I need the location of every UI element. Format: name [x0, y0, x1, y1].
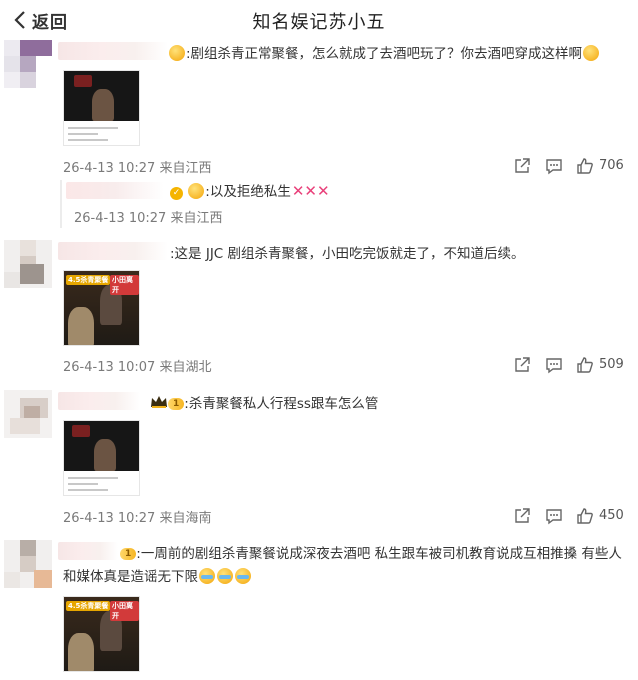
reply-date: 26-4-13 10:27 — [74, 211, 167, 226]
like-count: 706 — [599, 158, 624, 173]
level-badge: 1 — [120, 548, 137, 560]
comment-location: 来自江西 — [159, 161, 212, 176]
like-icon[interactable] — [576, 157, 594, 175]
comment-location: 来自海南 — [159, 511, 212, 526]
share-icon[interactable] — [513, 507, 531, 525]
comment-text-row: :剧组杀青正常聚餐，怎么就成了去酒吧玩了？你去酒吧穿成这样啊 — [168, 43, 600, 65]
comment-image[interactable]: 4.5杀青聚餐 小田离开 — [63, 270, 140, 346]
comment-meta: 26-4-13 10:27 来自江西 — [63, 157, 212, 176]
comment-image[interactable] — [63, 420, 140, 496]
username-blurred[interactable] — [58, 42, 168, 60]
comment-text: :一周前的剧组杀青聚餐说成深夜去酒吧 私生跟车被司机教育说成互相推搡 有些人 — [136, 546, 622, 562]
like-icon[interactable] — [576, 356, 594, 374]
comment-actions: 706 — [510, 157, 630, 177]
x-marks: ✕✕✕ — [291, 182, 330, 200]
comment-date: 26-4-13 10:27 — [63, 161, 156, 176]
reply-location: 来自江西 — [170, 211, 223, 226]
image-tag: 小田离开 — [110, 275, 139, 295]
comment-date: 26-4-13 10:07 — [63, 360, 156, 375]
like-count: 450 — [599, 508, 624, 523]
emoji-icon — [169, 45, 185, 61]
comment-location: 来自湖北 — [159, 360, 212, 375]
page-title: 知名娱记苏小五 — [252, 12, 386, 33]
level-badge: 1 — [168, 398, 185, 410]
crying-emoji-icon — [217, 568, 233, 584]
image-tag: 4.5杀青聚餐 — [66, 275, 111, 285]
like-icon[interactable] — [576, 507, 594, 525]
emoji-icon — [583, 45, 600, 61]
reply-text-row: ✓ :以及拒绝私生✕✕✕ — [170, 180, 330, 203]
top-bar: 返回 知名娱记苏小五 — [0, 0, 638, 40]
reply-item: ✓ :以及拒绝私生✕✕✕ 26-4-13 10:27 来自江西 — [60, 180, 630, 228]
comment-date: 26-4-13 10:27 — [63, 511, 156, 526]
avatar[interactable] — [4, 240, 52, 288]
comment-meta: 26-4-13 10:27 来自海南 — [63, 507, 212, 526]
comment-text-row: 和媒体真是造谣无下限 — [63, 566, 252, 588]
comment-text-row: 1:一周前的剧组杀青聚餐说成深夜去酒吧 私生跟车被司机教育说成互相推搡 有些人 — [120, 543, 622, 565]
crying-emoji-icon — [199, 568, 215, 584]
reply-text: :以及拒绝私生 — [205, 184, 291, 200]
verified-icon: ✓ — [170, 187, 183, 200]
comment-image[interactable] — [63, 70, 140, 146]
share-icon[interactable] — [513, 356, 531, 374]
username-blurred[interactable] — [58, 242, 168, 260]
image-tag: 4.5杀青聚餐 — [66, 601, 111, 611]
comment-item: :这是 JJC 剧组杀青聚餐，小田吃完饭就走了，不知道后续。 4.5杀青聚餐 小… — [0, 240, 638, 380]
comment-icon[interactable] — [545, 507, 563, 525]
comment-actions: 509 — [510, 356, 630, 376]
username-blurred[interactable] — [58, 392, 140, 410]
avatar[interactable] — [4, 390, 52, 438]
comment-meta: 26-4-13 10:07 来自湖北 — [63, 356, 212, 375]
comment-item: 1:杀青聚餐私人行程ss跟车怎么管 26-4-13 10:27 来自海南 450 — [0, 390, 638, 530]
comment-text: :这是 JJC 剧组杀青聚餐，小田吃完饭就走了，不知道后续。 — [170, 246, 525, 262]
crown-icon — [151, 396, 167, 408]
comment-text: 和媒体真是造谣无下限 — [63, 569, 198, 585]
image-tag: 小田离开 — [110, 601, 139, 621]
emoji-icon — [188, 183, 205, 199]
comment-text-row: 1:杀青聚餐私人行程ss跟车怎么管 — [150, 393, 378, 415]
reply-username-blurred[interactable] — [66, 182, 164, 199]
comment-image[interactable]: 4.5杀青聚餐 小田离开 — [63, 596, 140, 672]
username-blurred[interactable] — [58, 542, 118, 560]
avatar[interactable] — [4, 540, 52, 588]
comment-icon[interactable] — [545, 157, 563, 175]
like-count: 509 — [599, 357, 624, 372]
comment-text: :剧组杀青正常聚餐，怎么就成了去酒吧玩了？你去酒吧穿成这样啊 — [186, 46, 583, 62]
avatar[interactable] — [4, 40, 52, 88]
crying-emoji-icon — [235, 568, 251, 584]
comment-item: 1:一周前的剧组杀青聚餐说成深夜去酒吧 私生跟车被司机教育说成互相推搡 有些人 … — [0, 540, 638, 680]
comment-text: :杀青聚餐私人行程ss跟车怎么管 — [184, 396, 379, 412]
share-icon[interactable] — [513, 157, 531, 175]
comment-actions: 450 — [510, 507, 630, 527]
reply-meta: 26-4-13 10:27 来自江西 — [74, 207, 223, 226]
comment-icon[interactable] — [545, 356, 563, 374]
